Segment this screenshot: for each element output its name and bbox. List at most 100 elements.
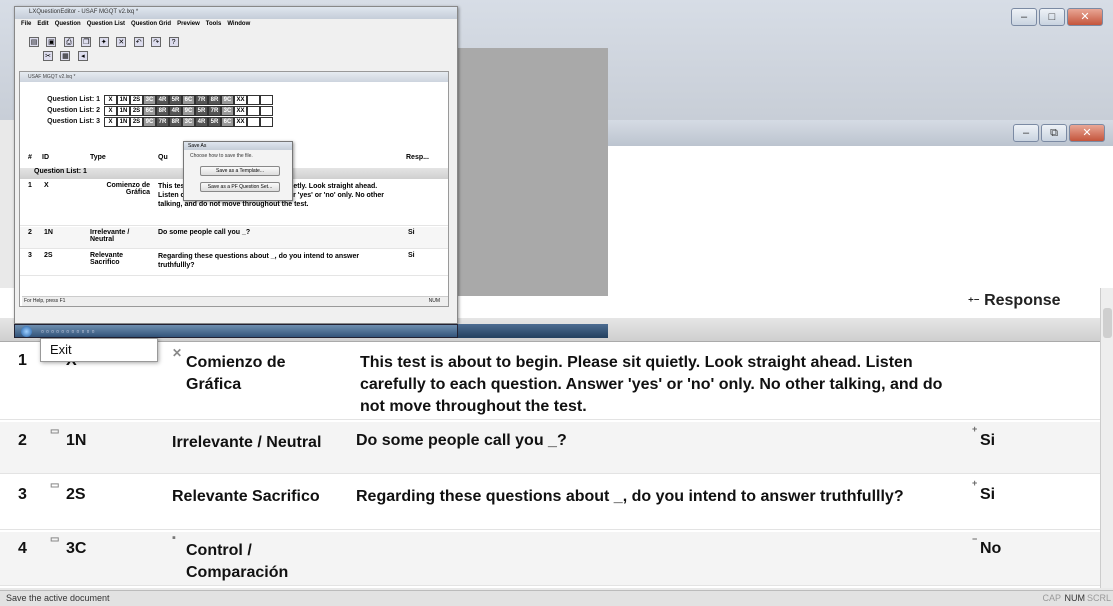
start-button[interactable]: [21, 326, 32, 337]
row-type: Comienzo de Gráfica: [186, 354, 286, 393]
menu-question-list[interactable]: Question List: [87, 21, 125, 27]
grid-cell[interactable]: 7R: [208, 105, 221, 116]
grid-cell[interactable]: 4R: [156, 94, 169, 105]
grid-cell[interactable]: XX: [234, 94, 247, 105]
minimize-button[interactable]: –: [1011, 8, 1037, 26]
doc-restore-button[interactable]: ⧉: [1041, 124, 1067, 142]
doc-minimize-button[interactable]: –: [1013, 124, 1039, 142]
grid-cell[interactable]: X: [104, 94, 117, 105]
save-as-dialog[interactable]: Save As Choose how to save the file. Sav…: [183, 141, 293, 201]
close-button[interactable]: ✕: [1067, 8, 1103, 26]
row-type: Control / Comparación: [186, 542, 289, 581]
grid-cell[interactable]: 1N: [117, 105, 130, 116]
wizard-icon[interactable]: ✦: [98, 37, 109, 47]
grid-cell[interactable]: X: [104, 105, 117, 116]
dialog-prompt: Choose how to save the file.: [190, 153, 253, 159]
menu-question[interactable]: Question: [55, 21, 81, 27]
grid-cell[interactable]: 3C: [221, 105, 234, 116]
document-window-controls: – ⧉ ✕: [1013, 124, 1105, 142]
table-row[interactable]: 3 2S Relevante Sacrifico Regarding these…: [20, 250, 448, 276]
editor-title: LXQuestionEditor - USAF MGQT v2.lxq *: [29, 9, 139, 15]
col-question-header[interactable]: Qu: [158, 154, 168, 161]
group-label: Question List: 1: [34, 168, 87, 175]
table-row[interactable]: 4 ▭ 3C ▪ Control / Comparación − No: [0, 532, 1100, 586]
grid-cell[interactable]: 2S: [130, 105, 143, 116]
type-icon: ✕: [172, 346, 183, 360]
menu-tools[interactable]: Tools: [206, 21, 222, 27]
open-icon[interactable]: ▤: [29, 37, 39, 47]
table-row[interactable]: 1 X ✕ Comienzo de Gráfica This test is a…: [0, 346, 1100, 420]
paste-icon[interactable]: ▦: [60, 51, 71, 61]
grid-cell[interactable]: [260, 116, 273, 127]
grid-cell[interactable]: [260, 94, 273, 105]
menu-edit[interactable]: Edit: [37, 21, 48, 27]
grid-cell[interactable]: 4R: [195, 116, 208, 127]
maximize-button[interactable]: □: [1039, 8, 1065, 26]
grid-cell[interactable]: [247, 105, 260, 116]
grid-cell[interactable]: 9C: [143, 116, 156, 127]
status-bar: Save the active document CAP NUM SCRL: [0, 590, 1113, 606]
toolbar-row-1: ▤ ▣ ⎙ ❐ ✦ ✕ ↶ ↷ ?: [15, 29, 457, 47]
grid-cell[interactable]: 3C: [143, 94, 156, 105]
grid-cell[interactable]: XX: [234, 116, 247, 127]
row-question: Do some people call you _?: [158, 229, 251, 236]
row-number: 2: [18, 432, 27, 449]
grid-cell[interactable]: 5R: [195, 105, 208, 116]
grid-cell[interactable]: [260, 105, 273, 116]
doc-close-button[interactable]: ✕: [1069, 124, 1105, 142]
grid-cell[interactable]: 7R: [195, 94, 208, 105]
table-row[interactable]: 2 1N Irrelevante / Neutral Do some peopl…: [20, 227, 448, 249]
grid-cell[interactable]: [247, 94, 260, 105]
exit-menu-item[interactable]: Exit: [40, 338, 158, 362]
menu-preview[interactable]: Preview: [177, 21, 200, 27]
grid-cell[interactable]: 8R: [208, 94, 221, 105]
grid-cell[interactable]: 1N: [117, 116, 130, 127]
scroll-thumb[interactable]: [1103, 308, 1112, 338]
row-number: 1: [28, 182, 32, 189]
grid-cell[interactable]: 1N: [117, 94, 130, 105]
editor-titlebar: LXQuestionEditor - USAF MGQT v2.lxq *: [15, 7, 457, 19]
small-num-indicator: NUM: [428, 298, 440, 304]
redo-icon[interactable]: ↷: [151, 37, 162, 47]
help-icon[interactable]: ?: [168, 37, 179, 47]
table-row[interactable]: 2 ▭ 1N Irrelevante / Neutral Do some peo…: [0, 422, 1100, 474]
grid-cell[interactable]: 9C: [182, 105, 195, 116]
grid-cell[interactable]: 9C: [221, 94, 234, 105]
grid-cell[interactable]: 5R: [208, 116, 221, 127]
menu-file[interactable]: File: [21, 21, 31, 27]
row-type: Irrelevante / Neutral: [172, 434, 322, 451]
menu-window[interactable]: Window: [227, 21, 250, 27]
small-status-text: For Help, press F1: [24, 298, 66, 304]
grid-cell[interactable]: 4R: [169, 105, 182, 116]
grid-cell[interactable]: 2S: [130, 116, 143, 127]
grid-cell[interactable]: [247, 116, 260, 127]
editor-window[interactable]: LXQuestionEditor - USAF MGQT v2.lxq * Fi…: [14, 6, 458, 324]
col-num-header[interactable]: #: [28, 154, 32, 161]
save-pf-question-set-button[interactable]: Save as a PF Question Set...: [200, 182, 280, 192]
grid-cell[interactable]: X: [104, 116, 117, 127]
back-icon[interactable]: ◂: [77, 51, 88, 61]
grid-cell[interactable]: 5R: [169, 94, 182, 105]
grid-cell[interactable]: 2S: [130, 94, 143, 105]
grid-cell[interactable]: 8R: [169, 116, 182, 127]
grid-cell[interactable]: 6C: [221, 116, 234, 127]
grid-cell[interactable]: 8R: [156, 105, 169, 116]
exit-label: Exit: [50, 342, 72, 357]
menu-question-grid[interactable]: Question Grid: [131, 21, 171, 27]
response-column-header[interactable]: ⁺⁻ Response: [968, 292, 1061, 310]
col-id-header[interactable]: ID: [42, 154, 49, 161]
col-type-header[interactable]: Type: [90, 154, 106, 161]
grid-cell[interactable]: XX: [234, 105, 247, 116]
grid-cell[interactable]: 3C: [182, 116, 195, 127]
col-response-header[interactable]: Resp...: [406, 154, 429, 161]
plus-icon: +: [972, 424, 978, 434]
cut-icon[interactable]: ✂: [43, 51, 53, 61]
delete-icon[interactable]: ✕: [116, 37, 127, 47]
grid-cell[interactable]: 6C: [143, 105, 156, 116]
table-row[interactable]: 3 ▭ 2S Relevante Sacrifico Regarding the…: [0, 476, 1100, 530]
save-template-button[interactable]: Save as a Template...: [200, 166, 280, 176]
grid-cell[interactable]: 6C: [182, 94, 195, 105]
vertical-scrollbar[interactable]: [1100, 288, 1113, 588]
undo-icon[interactable]: ↶: [133, 37, 144, 47]
grid-cell[interactable]: 7R: [156, 116, 169, 127]
